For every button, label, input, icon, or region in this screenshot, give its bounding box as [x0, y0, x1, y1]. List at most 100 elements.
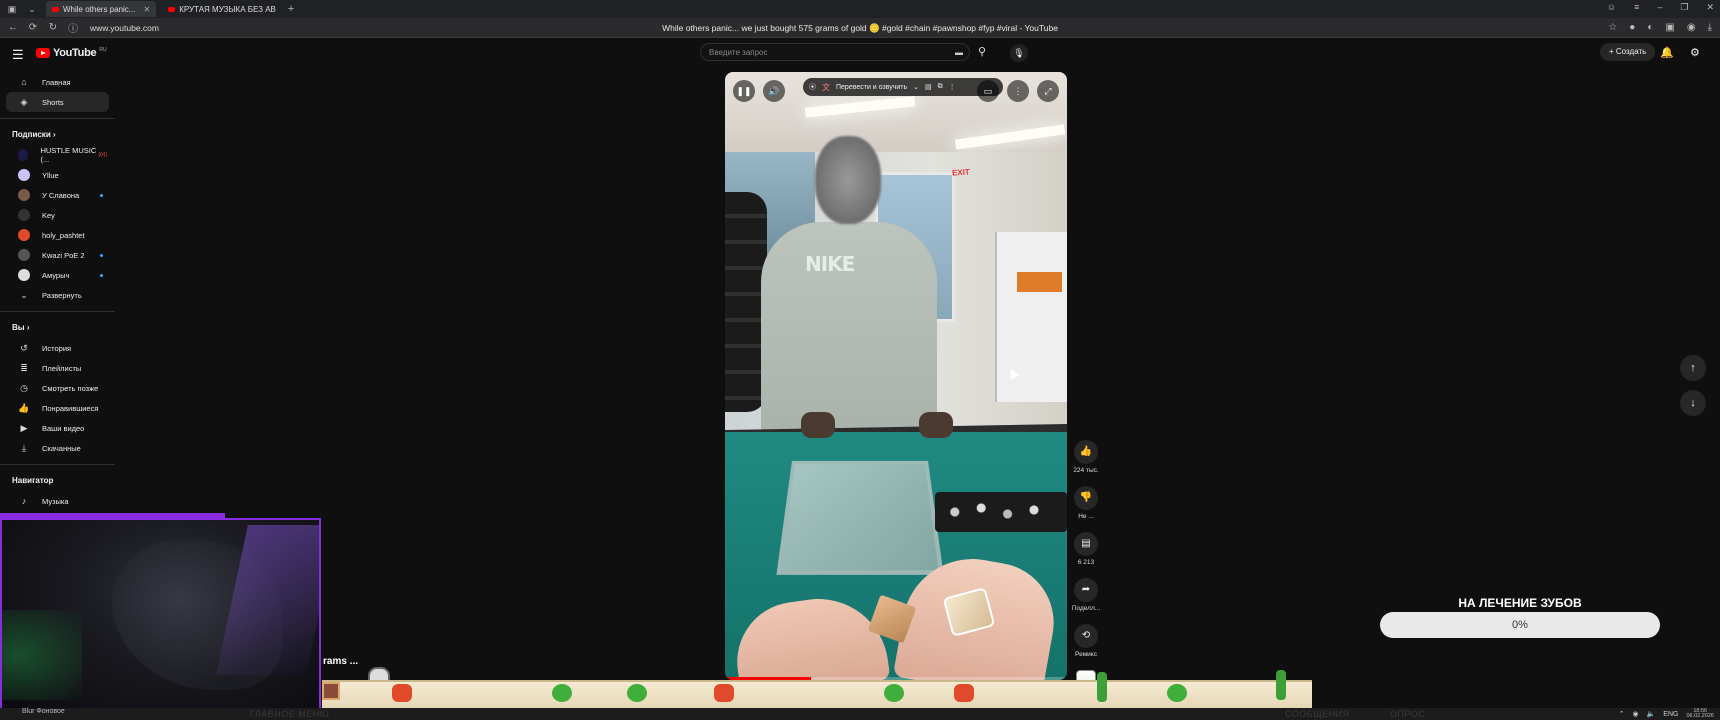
create-button[interactable]: + Создать	[1600, 43, 1656, 61]
comments-button[interactable]: ▤ 6 213	[1071, 532, 1101, 566]
subtitles-icon[interactable]: ▤	[925, 83, 932, 91]
captions-icon[interactable]: ▭	[977, 80, 999, 102]
sidebar-item-label: Ваши видео	[42, 423, 85, 433]
sidebar-item-subscription[interactable]: У Славона	[6, 185, 109, 205]
address-bar-tools: ☆ ● ◐ ▣ ◉ ⤓	[1608, 22, 1712, 33]
sidebar-item-label: Kwazi PoE 2	[42, 250, 85, 260]
sidebar-item-subscription[interactable]: Yllue	[6, 165, 109, 185]
language-indicator[interactable]: ENG	[1663, 711, 1678, 718]
video-scene-box	[1017, 272, 1062, 292]
shorts-action-bar: 👍 224 тыс. 👎 Не ... ▤ 6 213 ➦ Поделл... …	[1071, 440, 1101, 690]
share-button[interactable]: ➦ Поделл...	[1071, 578, 1101, 612]
reload-icon[interactable]: ↻	[46, 22, 60, 33]
sidebar-item-downloads[interactable]: ⤓ Скачанные	[6, 438, 109, 458]
channel-avatar	[18, 229, 30, 241]
sidebar-item-shorts[interactable]: ◈ Shorts	[6, 92, 109, 112]
history-icon: ↺	[20, 342, 28, 353]
next-short-button[interactable]: ↓	[1680, 390, 1706, 416]
subscriptions-heading[interactable]: Подписки ›	[0, 123, 115, 145]
video-scene-shelf	[995, 232, 1067, 402]
pip-icon[interactable]: ⧉	[938, 83, 943, 91]
sidebar-item-label: История	[42, 343, 72, 353]
webcam-lighting	[2, 610, 82, 700]
more-options-icon[interactable]: ⋮	[1007, 80, 1029, 102]
volume-icon[interactable]: 🔈	[1647, 710, 1656, 718]
channel-avatar	[18, 149, 29, 161]
profile-icon[interactable]: ☺	[1607, 2, 1616, 13]
network-icon[interactable]: ◉	[1632, 710, 1638, 718]
stream-cactus-sprite	[1276, 670, 1286, 700]
extension-icon[interactable]: ●	[1629, 22, 1635, 33]
tab-active[interactable]: While others panic... ✕	[46, 1, 157, 17]
keyboard-icon[interactable]: ▬	[955, 48, 963, 57]
like-button[interactable]: 👍 224 тыс.	[1071, 440, 1101, 474]
window-controls: ☺ ≡ – ❐ ✕	[1607, 2, 1714, 13]
sidebar-item-playlists[interactable]: ≣ Плейлисты	[6, 358, 109, 378]
more-icon[interactable]: ⋮	[949, 83, 956, 91]
heading-label: Вы	[12, 322, 25, 332]
clock[interactable]: 18:56 06.02.2026	[1686, 708, 1714, 719]
browser-menu-icon[interactable]: ▣	[4, 2, 20, 16]
site-info-icon[interactable]: ⓘ	[66, 20, 80, 35]
you-heading[interactable]: Вы ›	[0, 316, 115, 338]
sidebar-item-subscription[interactable]: Key	[6, 205, 109, 225]
previous-short-button[interactable]: ↑	[1680, 355, 1706, 381]
tab-inactive[interactable]: КРУТАЯ МУЗЫКА БЕЗ АВ	[162, 1, 282, 17]
account-avatar[interactable]: ⚙	[1690, 46, 1700, 59]
music-icon: ♪	[21, 496, 27, 506]
menu-icon[interactable]: ≡	[1634, 2, 1639, 13]
sidebar-item-subscription[interactable]: holy_pashtet	[6, 225, 109, 245]
extension-icon[interactable]: ◉	[1687, 22, 1696, 33]
forward-icon[interactable]: ⟳	[26, 22, 40, 33]
tab-close-icon[interactable]: ✕	[143, 5, 150, 14]
maximize-button[interactable]: ❐	[1680, 2, 1688, 13]
bookmark-icon[interactable]: ☆	[1608, 22, 1617, 33]
sidebar-item-label: Главная	[42, 77, 71, 87]
pause-icon[interactable]: ❚❚	[733, 80, 755, 102]
fullscreen-icon[interactable]: ⤢	[1037, 80, 1059, 102]
translate-bar[interactable]: ⦿ 文 Перевести и озвучить ⌄ ▤ ⧉ ⋮	[803, 78, 1003, 96]
donation-goal-title: НА ЛЕЧЕНИЕ ЗУБОВ	[1458, 596, 1582, 610]
remix-button[interactable]: ⟲ Ремикс	[1071, 624, 1101, 658]
minimize-button[interactable]: –	[1657, 2, 1662, 13]
sidebar-item-label: Shorts	[42, 97, 64, 107]
dislike-button[interactable]: 👎 Не ...	[1071, 486, 1101, 520]
chevron-up-icon[interactable]: ⌃	[1619, 710, 1625, 718]
taskbar: ГЛАВНОЕ МЕНЮ СООБЩЕНИЯ ОПРОС ⌃ ◉ 🔈 ENG 1…	[0, 708, 1720, 720]
sidebar-item-home[interactable]: ⌂ Главная	[6, 72, 109, 92]
sidebar-item-expand[interactable]: ⌄ Развернуть	[6, 285, 109, 305]
clock-date: 06.02.2026	[1686, 713, 1714, 719]
close-window-button[interactable]: ✕	[1706, 2, 1714, 13]
extension-icon[interactable]: ◐	[1647, 22, 1653, 33]
sidebar-item-liked[interactable]: 👍 Понравившиеся	[6, 398, 109, 418]
youtube-header: ☰ YouTube RU Введите запрос ▬ ⚲ 🎙 + Созд…	[0, 38, 1720, 70]
sidebar-item-watch-later[interactable]: ◷ Смотреть позже	[6, 378, 109, 398]
sidebar-item-subscription[interactable]: HUSTLE MUSIC (... ((•))	[6, 145, 109, 165]
search-icon[interactable]: ⚲	[978, 45, 986, 58]
search-input[interactable]: Введите запрос	[700, 43, 970, 61]
notifications-bell-icon[interactable]: 🔔	[1660, 46, 1674, 59]
divider	[0, 464, 115, 465]
sidebar-item-history[interactable]: ↺ История	[6, 338, 109, 358]
hamburger-menu-icon[interactable]: ☰	[12, 47, 24, 63]
chevron-down-icon[interactable]: ⌄	[913, 83, 919, 91]
youtube-logo[interactable]: YouTube RU	[36, 47, 107, 59]
stream-cactus-sprite	[1097, 672, 1107, 702]
sidebar-item-label: Музыка	[42, 496, 69, 506]
sidebar-item-subscription[interactable]: Kwazi PoE 2	[6, 245, 109, 265]
new-tab-button[interactable]: +	[288, 3, 294, 15]
sidebar-item-label: holy_pashtet	[42, 230, 85, 240]
sidebar-item-your-videos[interactable]: ▶ Ваши видео	[6, 418, 109, 438]
chevron-down-icon: ⌄	[20, 289, 28, 300]
microphone-icon[interactable]: 🎙	[1010, 44, 1028, 62]
back-icon[interactable]: ←	[6, 22, 20, 33]
download-icon[interactable]: ⤓	[1708, 22, 1712, 33]
tab-list-icon[interactable]: ⌄	[24, 2, 40, 16]
volume-icon[interactable]: 🔊	[763, 80, 785, 102]
url-field[interactable]: www.youtube.com	[90, 23, 159, 33]
stream-sprite	[884, 684, 904, 702]
sidebar-item-subscription[interactable]: Амурыч	[6, 265, 109, 285]
extension-icon[interactable]: ▣	[1665, 22, 1674, 33]
like-icon: 👍	[18, 402, 30, 413]
sidebar-item-music[interactable]: ♪ Музыка	[6, 491, 109, 511]
